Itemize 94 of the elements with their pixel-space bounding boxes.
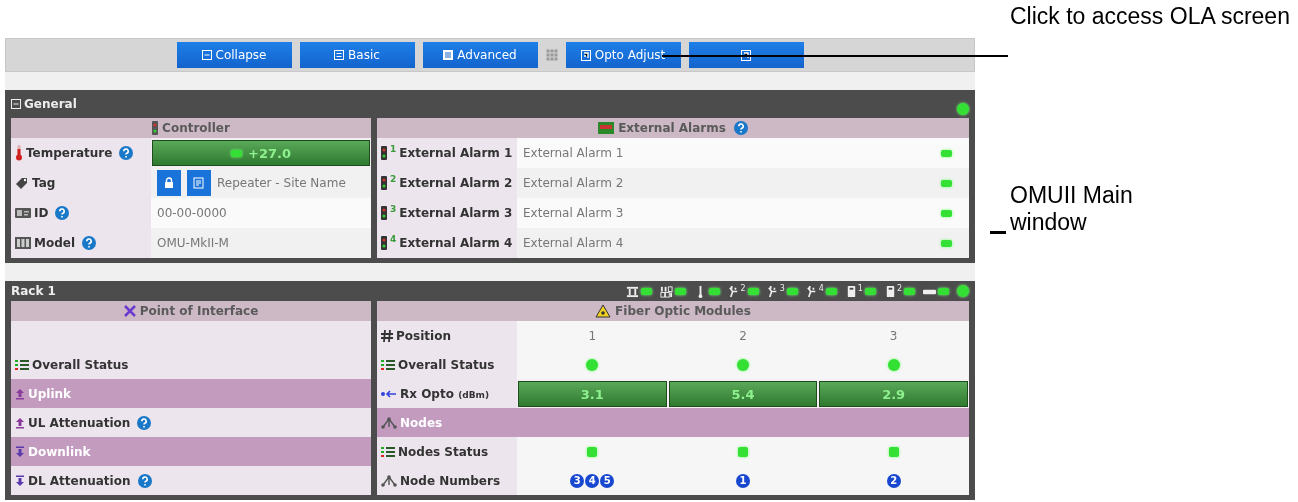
row-label: Rx Opto (dBm) <box>400 387 490 401</box>
node-badge[interactable]: 4 <box>585 473 600 488</box>
row-label: DL Attenuation <box>28 473 131 488</box>
row-label: ID <box>34 206 49 220</box>
temperature-meter: +27.0 <box>152 140 370 166</box>
panel-header: Point of Interface <box>11 301 371 321</box>
row-label: Downlink <box>28 444 91 459</box>
row-label: Node Numbers <box>400 473 501 488</box>
traffic-light-icon <box>381 236 387 250</box>
row-label: Overall Status <box>398 357 495 372</box>
toolbar-button[interactable]: Opto Adjust <box>565 42 681 68</box>
edit-button[interactable] <box>187 170 211 196</box>
alarm-name: External Alarm 3 <box>517 198 935 228</box>
node-badge[interactable]: 2 <box>886 473 901 488</box>
download-icon <box>15 474 25 487</box>
fiber-arrow-icon <box>381 389 397 399</box>
adjust-icon <box>741 49 751 61</box>
row-label: Nodes <box>400 415 443 430</box>
alarm-index: 3 <box>390 204 397 214</box>
row-label: Uplink <box>28 386 72 401</box>
rx-level-meter: 5.4 <box>668 381 818 407</box>
panel-header: Controller <box>11 118 371 138</box>
alarm-index: 2 <box>390 174 397 184</box>
toolbar-button[interactable]: Collapse <box>176 42 292 68</box>
lock-button[interactable] <box>157 170 181 196</box>
upload-icon <box>15 387 25 400</box>
help-icon[interactable] <box>733 121 748 135</box>
row-label: External Alarm 1 <box>399 146 513 160</box>
field-value: 00-00-0000 <box>151 198 371 228</box>
tag-icon <box>15 176 29 190</box>
thermometer-icon <box>15 145 23 161</box>
status-list-icon <box>15 358 29 371</box>
traffic-light-icon <box>381 146 387 160</box>
network-icon <box>381 416 397 429</box>
help-icon[interactable] <box>137 415 152 430</box>
panel-header: Fiber Optic Modules <box>377 301 969 321</box>
alarm-index: 1 <box>390 144 397 154</box>
cross-icon <box>123 305 136 317</box>
row-label: Temperature <box>26 146 113 160</box>
toolbar-button[interactable]: Basic <box>299 42 415 68</box>
help-icon[interactable] <box>119 146 134 160</box>
traffic-light-icon <box>152 121 159 135</box>
hash-icon <box>381 329 393 342</box>
row-label: Tag <box>32 176 56 190</box>
status-list-icon <box>381 445 395 458</box>
note-icon <box>193 177 205 189</box>
network-icon <box>381 474 397 487</box>
node-badge[interactable]: 1 <box>736 473 750 488</box>
lock-icon <box>164 177 174 189</box>
section-title: General <box>24 97 77 111</box>
collapse-icon[interactable] <box>11 99 21 109</box>
row-label: External Alarm 2 <box>399 176 513 190</box>
help-icon[interactable] <box>137 473 152 488</box>
row-label: UL Attenuation <box>28 415 131 430</box>
toolbar-button[interactable]: Advanced <box>422 42 538 68</box>
rx-level-meter: 2.9 <box>819 381 968 407</box>
help-icon[interactable] <box>82 236 97 250</box>
traffic-light-icon <box>381 206 387 220</box>
traffic-light-icon <box>381 176 387 190</box>
position-number: 1 <box>517 321 668 350</box>
alarm-index: 4 <box>390 234 397 244</box>
status-list-icon <box>381 358 395 371</box>
row-label: Position <box>396 328 451 343</box>
section-title: Rack 1 <box>11 284 56 298</box>
alarm-name: External Alarm 1 <box>517 138 935 168</box>
list-icon <box>443 50 454 60</box>
annotation-text: OMUII Main window <box>1010 182 1134 236</box>
node-badge[interactable]: 5 <box>600 473 615 488</box>
covered-button[interactable] <box>688 42 804 68</box>
list-icon <box>334 50 345 60</box>
binary-icon <box>659 284 673 298</box>
position-number: 3 <box>818 321 969 350</box>
io-icon <box>625 284 639 298</box>
collapse-icon <box>201 50 212 60</box>
row-label: External Alarm 3 <box>399 206 513 220</box>
row-label: External Alarm 4 <box>399 236 513 250</box>
download-icon <box>15 445 25 458</box>
position-number: 2 <box>667 321 819 350</box>
warning-icon <box>595 304 612 318</box>
device-icon <box>15 236 31 250</box>
id-card-icon <box>15 207 31 219</box>
adjust-icon <box>580 49 591 61</box>
row-label: Overall Status <box>32 357 129 372</box>
tag-value: Repeater - Site Name <box>217 176 346 190</box>
alarm-board-icon <box>598 122 615 134</box>
panel-header: External Alarms <box>377 118 969 138</box>
grip-icon[interactable] <box>545 49 558 61</box>
row-label: Nodes Status <box>398 444 489 459</box>
annotation-text: Click to access OLA screen <box>1010 3 1291 30</box>
row-label: Model <box>34 236 76 250</box>
rx-level-meter: 3.1 <box>518 381 667 407</box>
node-badge[interactable]: 3 <box>570 473 585 488</box>
upload-icon <box>15 416 25 429</box>
help-icon[interactable] <box>55 206 70 220</box>
